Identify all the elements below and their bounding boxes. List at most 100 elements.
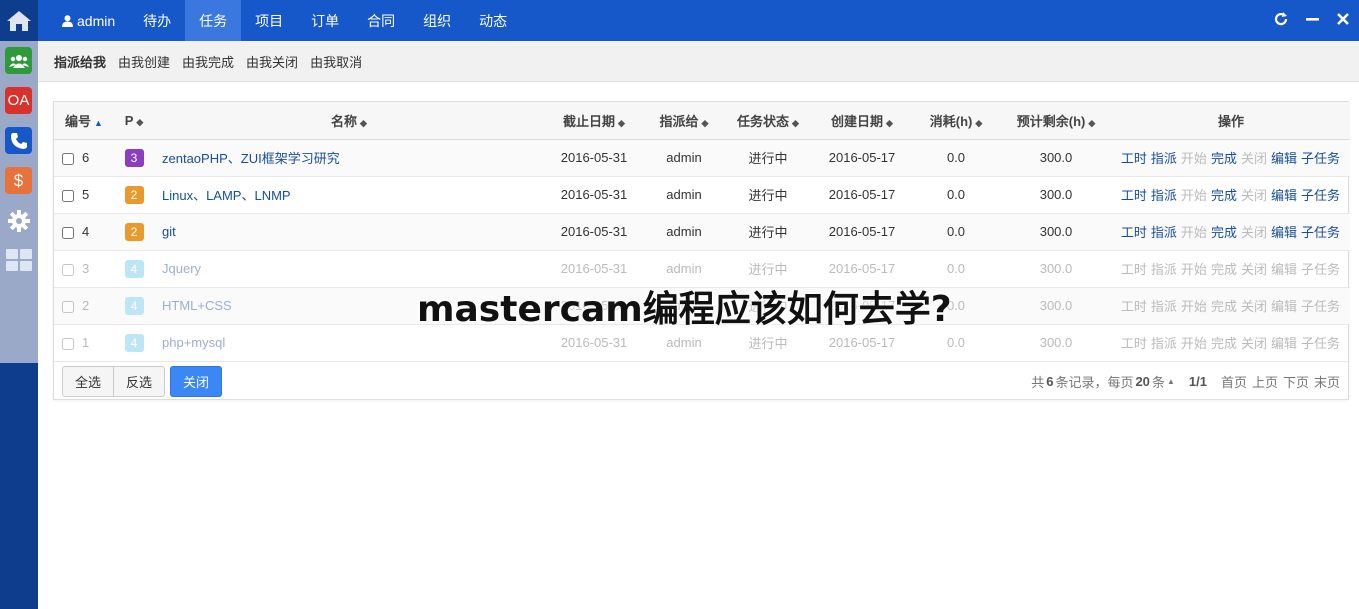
task-name-link[interactable]: Linux、LAMP、LNMP	[154, 176, 544, 213]
action-finish[interactable]: 完成	[1211, 151, 1237, 166]
col-header-created[interactable]: 创建日期 ◆	[812, 102, 912, 140]
phone-icon[interactable]	[5, 127, 32, 154]
user-name: admin	[77, 12, 116, 29]
row-checkbox[interactable]	[62, 152, 74, 165]
row-checkbox[interactable]	[62, 226, 74, 239]
col-header-consumed[interactable]: 消耗(h) ◆	[912, 102, 1000, 140]
action-assign[interactable]: 指派	[1151, 336, 1177, 351]
action-start[interactable]: 开始	[1181, 262, 1207, 277]
action-effort[interactable]: 工时	[1121, 225, 1147, 240]
row-checkbox[interactable]	[62, 337, 74, 350]
action-finish[interactable]: 完成	[1211, 225, 1237, 240]
action-assign[interactable]: 指派	[1151, 262, 1177, 277]
nav-dynamic[interactable]: 动态	[465, 0, 521, 41]
minimize-icon[interactable]	[1306, 12, 1319, 30]
team-icon[interactable]	[5, 47, 32, 74]
action-effort[interactable]: 工时	[1121, 151, 1147, 166]
action-edit[interactable]: 编辑	[1271, 225, 1297, 240]
action-edit[interactable]: 编辑	[1271, 188, 1297, 203]
table-row: 6 3 zentaoPHP、ZUI框架学习研究 2016-05-31 admin 进行中 2…	[54, 139, 1350, 176]
nav-order[interactable]: 订单	[297, 0, 353, 41]
next-page-link[interactable]: 下页	[1283, 372, 1309, 391]
action-close[interactable]: 关闭	[1241, 188, 1267, 203]
batch-close-button[interactable]: 关闭	[170, 365, 223, 397]
subnav-created-by-me[interactable]: 由我创建	[118, 52, 170, 71]
action-finish[interactable]: 完成	[1211, 188, 1237, 203]
subnav-finished-by-me[interactable]: 由我完成	[182, 52, 234, 71]
nav-project[interactable]: 项目	[241, 0, 297, 41]
action-close[interactable]: 关闭	[1241, 299, 1267, 314]
action-close[interactable]: 关闭	[1241, 151, 1267, 166]
action-edit[interactable]: 编辑	[1271, 262, 1297, 277]
col-header-deadline[interactable]: 截止日期 ◆	[544, 102, 644, 140]
home-icon[interactable]	[0, 0, 38, 41]
action-assign[interactable]: 指派	[1151, 188, 1177, 203]
action-edit[interactable]: 编辑	[1271, 151, 1297, 166]
row-checkbox[interactable]	[62, 263, 74, 276]
prev-page-link[interactable]: 上页	[1252, 372, 1278, 391]
action-subtask[interactable]: 子任务	[1301, 188, 1340, 203]
action-start[interactable]: 开始	[1181, 151, 1207, 166]
subnav-closed-by-me[interactable]: 由我关闭	[246, 52, 298, 71]
row-checkbox[interactable]	[62, 189, 74, 202]
id-cell: 6	[54, 139, 114, 176]
action-effort[interactable]: 工时	[1121, 336, 1147, 351]
pri-cell: 3	[114, 139, 154, 176]
priority-badge: 2	[124, 222, 144, 241]
col-header-left[interactable]: 预计剩余(h) ◆	[1000, 102, 1112, 140]
action-close[interactable]: 关闭	[1241, 225, 1267, 240]
user-menu[interactable]: admin	[38, 0, 129, 41]
col-header-pri[interactable]: P ◆	[114, 102, 154, 140]
action-finish[interactable]: 完成	[1211, 336, 1237, 351]
row-checkbox[interactable]	[62, 300, 74, 313]
gear-icon[interactable]	[5, 207, 32, 234]
col-header-id[interactable]: 编号 ▲	[54, 102, 114, 140]
invert-selection-button[interactable]: 反选	[114, 365, 166, 397]
action-subtask[interactable]: 子任务	[1301, 299, 1340, 314]
col-header-status[interactable]: 任务状态 ◆	[724, 102, 812, 140]
nav-org[interactable]: 组织	[409, 0, 465, 41]
select-all-button[interactable]: 全选	[62, 365, 115, 397]
action-close[interactable]: 关闭	[1241, 336, 1267, 351]
caret-up-icon[interactable]: ▲	[1167, 377, 1175, 386]
oa-icon[interactable]: OA	[5, 87, 32, 114]
per-page-select[interactable]: 20	[1135, 374, 1149, 389]
action-effort[interactable]: 工时	[1121, 188, 1147, 203]
last-page-link[interactable]: 末页	[1314, 372, 1340, 391]
action-close[interactable]: 关闭	[1241, 262, 1267, 277]
action-finish[interactable]: 完成	[1211, 299, 1237, 314]
refresh-icon[interactable]	[1274, 11, 1288, 30]
col-header-assignee[interactable]: 指派给 ◆	[644, 102, 724, 140]
table-row: 5 2 Linux、LAMP、LNMP 2016-05-31 admin 进行中 2016-…	[54, 176, 1350, 213]
action-start[interactable]: 开始	[1181, 188, 1207, 203]
subnav-assigned-to-me[interactable]: 指派给我	[54, 52, 106, 71]
col-header-name[interactable]: 名称 ◆	[154, 102, 544, 140]
action-edit[interactable]: 编辑	[1271, 299, 1297, 314]
close-icon[interactable]	[1337, 12, 1349, 29]
created-cell: 2016-05-17	[828, 187, 896, 202]
action-start[interactable]: 开始	[1181, 299, 1207, 314]
action-assign[interactable]: 指派	[1151, 151, 1177, 166]
first-page-link[interactable]: 首页	[1221, 372, 1247, 391]
task-name-link[interactable]: zentaoPHP、ZUI框架学习研究	[154, 139, 544, 176]
nav-todo[interactable]: 待办	[129, 0, 185, 41]
action-start[interactable]: 开始	[1181, 225, 1207, 240]
action-subtask[interactable]: 子任务	[1301, 151, 1340, 166]
nav-contract[interactable]: 合同	[353, 0, 409, 41]
action-effort[interactable]: 工时	[1121, 299, 1147, 314]
action-assign[interactable]: 指派	[1151, 299, 1177, 314]
grid-icon[interactable]	[5, 246, 32, 273]
action-effort[interactable]: 工时	[1121, 262, 1147, 277]
nav-task[interactable]: 任务	[185, 0, 242, 41]
action-assign[interactable]: 指派	[1151, 225, 1177, 240]
subnav-canceled-by-me[interactable]: 由我取消	[310, 52, 362, 71]
dollar-icon[interactable]: $	[5, 167, 32, 194]
sort-icon: ◆	[618, 117, 625, 128]
action-edit[interactable]: 编辑	[1271, 336, 1297, 351]
action-subtask[interactable]: 子任务	[1301, 262, 1340, 277]
action-subtask[interactable]: 子任务	[1301, 225, 1340, 240]
action-start[interactable]: 开始	[1181, 336, 1207, 351]
action-subtask[interactable]: 子任务	[1301, 336, 1340, 351]
action-finish[interactable]: 完成	[1211, 262, 1237, 277]
task-name-link[interactable]: git	[154, 213, 544, 250]
